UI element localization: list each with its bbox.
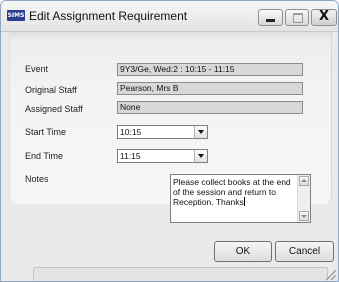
end-time-select[interactable]: 11:15: [117, 149, 208, 163]
window-title: Edit Assignment Requirement: [29, 9, 188, 23]
notes-label: Notes: [25, 174, 49, 184]
event-field: 9Y3/Ge, Wed:2 : 10:15 - 11:15: [117, 63, 303, 76]
status-panel: [33, 267, 328, 281]
event-label: Event: [25, 64, 49, 74]
original-staff-field: Pearson, Mrs B: [117, 82, 303, 95]
scroll-up-arrow-icon[interactable]: [299, 176, 309, 186]
notes-text: Please collect books at the end of the s…: [173, 177, 291, 207]
edit-assignment-window: SIMS Edit Assignment Requirement X Event…: [0, 0, 339, 282]
notes-scrollbar[interactable]: [297, 175, 310, 222]
text-caret: [243, 197, 245, 206]
maximize-icon: [293, 13, 303, 23]
original-staff-label: Original Staff: [25, 85, 77, 95]
close-icon: X: [318, 9, 330, 24]
notes-textarea[interactable]: Please collect books at the end of the s…: [170, 174, 311, 223]
minimize-icon: [266, 19, 275, 22]
sims-app-icon: SIMS: [7, 10, 25, 21]
start-time-label: Start Time: [25, 127, 67, 137]
assigned-staff-label: Assigned Staff: [25, 104, 83, 114]
title-bar[interactable]: SIMS Edit Assignment Requirement X: [1, 1, 338, 32]
end-time-dropdown-arrow-icon[interactable]: [194, 150, 207, 162]
minimize-button[interactable]: [258, 9, 283, 26]
start-time-dropdown-arrow-icon[interactable]: [194, 126, 207, 138]
cancel-button[interactable]: Cancel: [275, 241, 334, 262]
close-button[interactable]: X: [311, 9, 337, 26]
end-time-value: 11:15: [120, 151, 141, 161]
assigned-staff-field: None: [117, 101, 303, 114]
scroll-down-arrow-icon[interactable]: [299, 211, 309, 221]
start-time-value: 10:15: [120, 127, 142, 137]
resize-grip-icon[interactable]: [326, 270, 336, 280]
maximize-button[interactable]: [285, 9, 309, 26]
end-time-label: End Time: [25, 151, 64, 161]
start-time-select[interactable]: 10:15: [117, 125, 208, 139]
ok-button[interactable]: OK: [214, 241, 272, 262]
